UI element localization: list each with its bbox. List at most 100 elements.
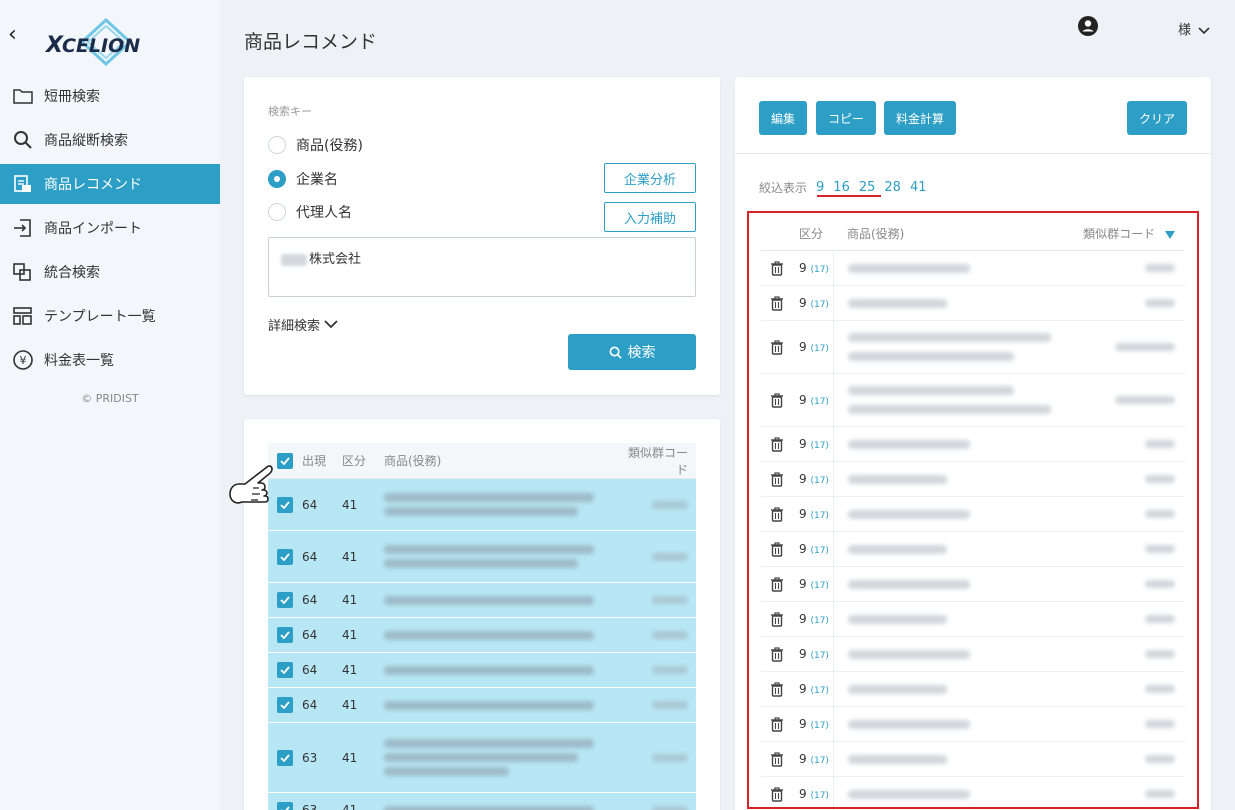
redacted-text bbox=[384, 767, 510, 776]
table-row[interactable]: 64 41 bbox=[268, 618, 696, 653]
cell-kubun: 41 bbox=[342, 803, 358, 810]
cell-code bbox=[622, 628, 696, 642]
filter-class-28[interactable]: 28 bbox=[884, 180, 901, 195]
filter-row: 絞込表示 9 16 25 28 41 bbox=[759, 179, 926, 196]
sidebar-item-product-recommend[interactable]: 商品レコメンド bbox=[0, 164, 220, 204]
back-chevron-icon[interactable]: ‹ bbox=[8, 22, 17, 47]
search-textarea[interactable]: 株式会社 bbox=[268, 237, 696, 297]
page-title: 商品レコメンド bbox=[244, 31, 378, 53]
row-checkbox[interactable] bbox=[277, 697, 293, 713]
radio-circle-selected[interactable] bbox=[268, 170, 286, 188]
radio-circle[interactable] bbox=[268, 136, 286, 154]
user-avatar-icon bbox=[1078, 16, 1098, 36]
pointer-hand-icon bbox=[229, 465, 273, 504]
filter-class-41[interactable]: 41 bbox=[910, 180, 927, 195]
table-row[interactable]: 63 41 bbox=[268, 793, 696, 810]
svg-text:¥: ¥ bbox=[20, 354, 27, 367]
cell-appear: 64 bbox=[302, 663, 318, 677]
redacted-text bbox=[384, 545, 594, 554]
cell-appear: 63 bbox=[302, 803, 318, 810]
search-key-label: 検索キー bbox=[268, 105, 312, 118]
results-table: 出現 区分 商品(役務) 類似群コード 64 41 64 41 64 41 64 41 64 41… bbox=[268, 443, 696, 810]
sidebar-item-product-import[interactable]: 商品インポート bbox=[0, 208, 220, 248]
sidebar-item-label: テンプレート一覧 bbox=[44, 309, 156, 325]
filter-highlight-underline bbox=[817, 195, 881, 197]
row-checkbox[interactable] bbox=[277, 548, 293, 565]
merge-search-icon bbox=[12, 261, 34, 283]
filter-label: 絞込表示 bbox=[759, 181, 808, 195]
results-table-header: 出現 区分 商品(役務) 類似群コード bbox=[268, 443, 696, 479]
header-kubun: 区分 bbox=[342, 454, 367, 468]
cell-appear: 63 bbox=[302, 750, 318, 765]
svg-text:X: X bbox=[44, 33, 64, 58]
sidebar-item-price-list[interactable]: ¥ 料金表一覧 bbox=[0, 340, 220, 380]
cell-product bbox=[384, 591, 622, 610]
clear-button[interactable]: クリア bbox=[1127, 101, 1187, 135]
redacted-text bbox=[384, 805, 594, 810]
header-product: 商品(役務) bbox=[384, 454, 442, 468]
cell-product bbox=[384, 661, 622, 680]
table-row[interactable]: 64 41 bbox=[268, 583, 696, 618]
folder-icon bbox=[12, 85, 34, 107]
redacted-text bbox=[384, 665, 594, 675]
table-row[interactable]: 64 41 bbox=[268, 688, 696, 723]
input-assist-button[interactable]: 入力補助 bbox=[604, 202, 696, 232]
table-row[interactable]: 64 41 bbox=[268, 479, 696, 531]
radio-agent[interactable]: 代理人名 bbox=[268, 202, 352, 222]
redacted-text bbox=[281, 253, 307, 266]
sidebar-item-label: 商品インポート bbox=[44, 221, 142, 237]
yen-icon: ¥ bbox=[12, 349, 34, 371]
radio-circle[interactable] bbox=[268, 203, 286, 221]
cell-code bbox=[622, 698, 696, 712]
sidebar-item-tanzaku-search[interactable]: 短冊検索 bbox=[0, 76, 220, 116]
redacted-text bbox=[652, 500, 688, 509]
company-analysis-button[interactable]: 企業分析 bbox=[604, 163, 696, 193]
user-menu[interactable]: 様 bbox=[1078, 16, 1218, 42]
cell-appear: 64 bbox=[302, 593, 318, 607]
chevron-down-icon bbox=[324, 320, 338, 329]
radio-product[interactable]: 商品(役務) bbox=[268, 135, 363, 155]
sidebar-item-product-cross-search[interactable]: 商品縦断検索 bbox=[0, 120, 220, 160]
price-calc-button[interactable]: 料金計算 bbox=[884, 101, 956, 135]
search-button[interactable]: 検索 bbox=[568, 334, 696, 370]
svg-text:CELION: CELION bbox=[62, 35, 140, 57]
filter-class-9[interactable]: 9 bbox=[816, 180, 824, 195]
edit-button[interactable]: 編集 bbox=[759, 101, 807, 135]
table-row[interactable]: 64 41 bbox=[268, 653, 696, 688]
sidebar-item-label: 商品レコメンド bbox=[44, 177, 142, 193]
redacted-text bbox=[384, 630, 594, 640]
radio-company[interactable]: 企業名 bbox=[268, 169, 338, 189]
cell-appear: 64 bbox=[302, 497, 318, 512]
row-checkbox[interactable] bbox=[277, 627, 293, 643]
sidebar: ‹ X CELION 短冊検索 商品縦断検索 商品レコメンド 商品インポート 統… bbox=[0, 0, 220, 810]
cell-code bbox=[622, 751, 696, 765]
row-checkbox[interactable] bbox=[277, 749, 293, 766]
redacted-text bbox=[384, 700, 594, 710]
copy-button[interactable]: コピー bbox=[816, 101, 876, 135]
sidebar-item-template-list[interactable]: テンプレート一覧 bbox=[0, 296, 220, 336]
cell-code bbox=[622, 803, 696, 810]
recommend-icon bbox=[12, 173, 34, 195]
sidebar-item-merge-search[interactable]: 統合検索 bbox=[0, 252, 220, 292]
cell-appear: 64 bbox=[302, 549, 318, 564]
filter-class-16[interactable]: 16 bbox=[833, 180, 850, 195]
cell-product bbox=[384, 488, 622, 521]
chevron-down-icon bbox=[1198, 26, 1210, 34]
row-checkbox[interactable] bbox=[277, 662, 293, 678]
redacted-text bbox=[652, 631, 688, 639]
table-row[interactable]: 64 41 bbox=[268, 531, 696, 583]
cell-kubun: 41 bbox=[342, 549, 358, 564]
cell-kubun: 41 bbox=[342, 750, 358, 765]
table-row[interactable]: 63 41 bbox=[268, 723, 696, 793]
results-card: 出現 区分 商品(役務) 類似群コード 64 41 64 41 64 41 64 41 64 41… bbox=[244, 419, 720, 810]
row-checkbox[interactable] bbox=[277, 592, 293, 608]
row-checkbox[interactable] bbox=[277, 802, 293, 810]
template-icon bbox=[12, 305, 34, 327]
filter-class-25[interactable]: 25 bbox=[859, 180, 876, 195]
cell-product bbox=[384, 696, 622, 715]
detail-search-toggle[interactable]: 詳細検索 bbox=[268, 315, 338, 334]
redacted-text bbox=[652, 701, 688, 709]
redacted-text bbox=[652, 753, 688, 762]
xcelion-logo: X CELION bbox=[44, 18, 140, 66]
redacted-text bbox=[652, 552, 688, 561]
